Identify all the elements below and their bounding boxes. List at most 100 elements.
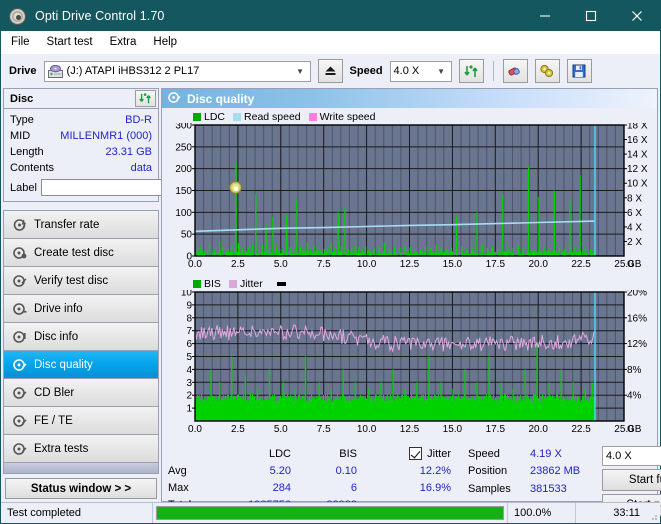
- disc-row-contents: Contents data: [10, 160, 152, 176]
- disc-label-row: Label: [10, 178, 243, 197]
- menu-item-file[interactable]: File: [11, 36, 30, 48]
- svg-text:8%: 8%: [627, 365, 642, 376]
- legend-swatch-bis: [193, 279, 201, 288]
- svg-text:7.5: 7.5: [317, 424, 331, 435]
- test-speed-select[interactable]: 4.0 X ▼: [602, 446, 661, 466]
- svg-text:15.0: 15.0: [443, 259, 463, 270]
- status-window-button[interactable]: Status window > >: [5, 478, 157, 499]
- resize-grip[interactable]: [646, 503, 660, 523]
- svg-text:250: 250: [175, 142, 192, 153]
- svg-text:3: 3: [186, 378, 192, 389]
- sidebar-spacer: [3, 463, 159, 474]
- bis-chart: 1 2 3 4 5 6 7 8 910 4% 8% 12% 16% 20% 0.0 2.5 5.0 7.5 10.0…: [181, 288, 647, 436]
- save-button[interactable]: [566, 59, 592, 83]
- sidebar-item-label: Disc quality: [34, 358, 93, 371]
- sidebar-item-label: CD Bler: [34, 386, 75, 399]
- start-full-button[interactable]: Start full: [602, 469, 661, 491]
- svg-text:8 X: 8 X: [627, 193, 642, 204]
- svg-text:16 X: 16 X: [627, 135, 648, 146]
- legend-swatch-write-speed: [308, 112, 317, 121]
- disc-row-length: Length 23.31 GB: [10, 144, 152, 160]
- erase-button[interactable]: [502, 59, 528, 83]
- svg-text:12.5: 12.5: [400, 424, 420, 435]
- disc-icon: [228, 181, 242, 194]
- sidebar-item-fe-te[interactable]: FE / TE: [4, 407, 158, 435]
- svg-text:10: 10: [181, 290, 193, 299]
- drive-select[interactable]: (J:) ATAPI iHBS312 2 PL17 ▼: [43, 60, 311, 82]
- legend-label-write-speed: Write speed: [319, 110, 376, 123]
- disc-info-panel: Disc Type BD-R MID MILLENMR1 (000) Lengt…: [3, 88, 243, 202]
- refresh-button[interactable]: [458, 59, 484, 83]
- speed-value: 4.0 X: [393, 65, 420, 77]
- svg-text:2 X: 2 X: [627, 237, 642, 248]
- disc-row-value: BD-R: [125, 114, 152, 126]
- svg-text:17.5: 17.5: [486, 259, 506, 270]
- drive-value: (J:) ATAPI iHBS312 2 PL17: [66, 65, 200, 77]
- tools-button[interactable]: [534, 59, 560, 83]
- disc-info-icon: [13, 330, 27, 344]
- sidebar-item-label: Create test disc: [34, 246, 114, 259]
- progress-fill: [157, 507, 503, 519]
- disc-row-key: Contents: [10, 162, 55, 174]
- sidebar-item-cd-bler[interactable]: CD Bler: [4, 379, 158, 407]
- stats-max-bis: 6: [350, 481, 357, 494]
- sidebar-item-label: Extra tests: [34, 442, 89, 455]
- jitter-header: Jitter: [357, 447, 457, 460]
- sidebar-item-disc-info[interactable]: Disc info: [4, 323, 158, 351]
- menu-item-extra[interactable]: Extra: [110, 36, 137, 48]
- chevron-down-icon[interactable]: ▼: [434, 67, 449, 76]
- svg-text:100: 100: [175, 208, 192, 219]
- svg-text:GB: GB: [627, 424, 642, 435]
- chevron-down-icon[interactable]: ▼: [293, 67, 308, 76]
- svg-text:7: 7: [186, 326, 192, 337]
- svg-text:7.5: 7.5: [317, 259, 331, 270]
- svg-text:20%: 20%: [627, 290, 647, 299]
- svg-text:150: 150: [175, 186, 192, 197]
- svg-text:10.0: 10.0: [357, 424, 377, 435]
- sidebar-item-verify-test-disc[interactable]: Verify test disc: [4, 267, 158, 295]
- disc-row-value: 23.31 GB: [105, 146, 152, 158]
- close-icon[interactable]: [614, 1, 660, 31]
- minimize-icon[interactable]: [522, 1, 568, 31]
- drive-label: Drive: [9, 65, 37, 77]
- svg-text:12%: 12%: [627, 339, 647, 350]
- drive-info-icon: [13, 302, 27, 316]
- svg-text:8: 8: [186, 313, 192, 324]
- svg-text:5: 5: [186, 352, 192, 363]
- maximize-icon[interactable]: [568, 1, 614, 31]
- status-message: Test completed: [1, 503, 153, 523]
- disc-row-type: Type BD-R: [10, 112, 152, 128]
- svg-text:0.0: 0.0: [188, 259, 202, 270]
- svg-text:16%: 16%: [627, 313, 647, 324]
- svg-text:22.5: 22.5: [571, 424, 591, 435]
- speed-select[interactable]: 4.0 X ▼: [389, 60, 452, 82]
- ldc-chart-legend: LDC Read speed Write speed: [165, 110, 654, 123]
- sidebar-item-transfer-rate[interactable]: Transfer rate: [4, 211, 158, 239]
- disc-rows: Type BD-R MID MILLENMR1 (000) Length 23.…: [4, 109, 243, 201]
- window-title: Opti Drive Control 1.70: [35, 9, 165, 23]
- sidebar-item-drive-info[interactable]: Drive info: [4, 295, 158, 323]
- eject-button[interactable]: [317, 59, 343, 83]
- svg-text:22.5: 22.5: [571, 259, 591, 270]
- main-body: Disc Type BD-R MID MILLENMR1 (000) Lengt…: [1, 88, 661, 516]
- jitter-checkbox[interactable]: [409, 447, 423, 460]
- legend-swatch-read-speed: [233, 112, 242, 121]
- svg-text:6: 6: [186, 339, 192, 350]
- sidebar-item-label: Verify test disc: [34, 274, 109, 287]
- disc-refresh-button[interactable]: [135, 90, 156, 107]
- svg-text:20.0: 20.0: [528, 424, 548, 435]
- menu-item-help[interactable]: Help: [153, 36, 177, 48]
- sidebar-item-extra-tests[interactable]: Extra tests: [4, 435, 158, 463]
- sidebar-item-disc-quality[interactable]: Disc quality: [4, 351, 158, 379]
- legend-label-bis: BIS: [204, 277, 221, 290]
- stats-avg-bis: 0.10: [335, 464, 357, 477]
- menu-item-start-test[interactable]: Start test: [47, 36, 93, 48]
- menu-bar: File Start test Extra Help: [1, 31, 660, 54]
- svg-text:6 X: 6 X: [627, 208, 642, 219]
- legend-swatch-ldc: [193, 112, 201, 121]
- sidebar-item-create-test-disc[interactable]: Create test disc: [4, 239, 158, 267]
- legend-label-read-speed: Read speed: [244, 110, 301, 123]
- svg-text:4 X: 4 X: [627, 222, 642, 233]
- disc-row-mid: MID MILLENMR1 (000): [10, 128, 152, 144]
- stats-avg-ldc: 5.20: [269, 464, 291, 477]
